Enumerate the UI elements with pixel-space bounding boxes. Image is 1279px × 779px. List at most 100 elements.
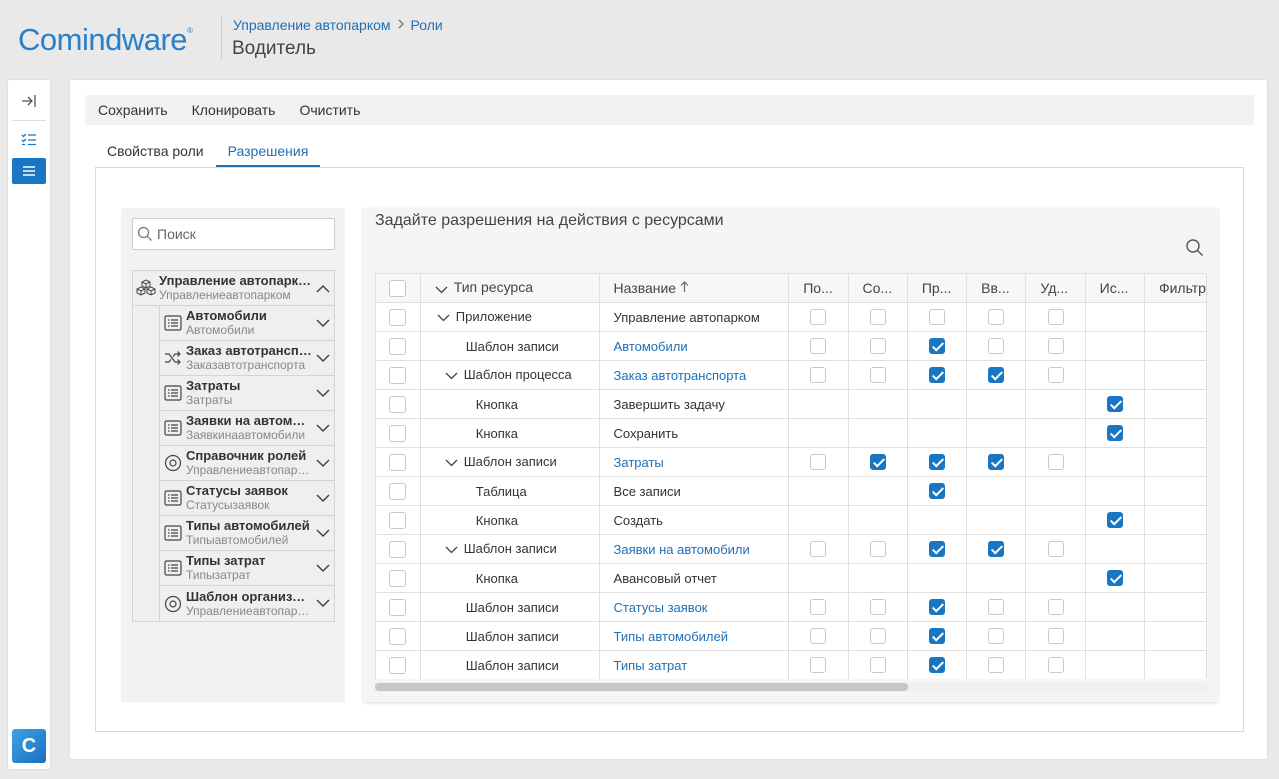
breadcrumb-item-roles[interactable]: Роли (411, 17, 443, 33)
permission-checkbox[interactable] (869, 657, 886, 674)
permission-checkbox[interactable] (1047, 338, 1064, 355)
permission-checkbox[interactable] (1106, 512, 1123, 529)
permission-checkbox[interactable] (1047, 541, 1064, 558)
permission-checkbox[interactable] (929, 541, 945, 558)
row-select-checkbox[interactable] (389, 627, 407, 645)
resource-name[interactable]: Автомобили (598, 331, 790, 361)
tree-root-item[interactable]: Управление автопарком Управлениеавтопарк… (133, 271, 334, 306)
tree-search-input[interactable] (157, 226, 327, 242)
permission-checkbox[interactable] (988, 599, 1005, 616)
permission-checkbox[interactable] (869, 454, 886, 471)
resource-name[interactable]: Типы затрат (598, 650, 790, 679)
permission-checkbox[interactable] (929, 483, 945, 500)
permission-checkbox[interactable] (1047, 454, 1064, 471)
permission-checkbox[interactable] (1047, 599, 1064, 616)
table-row[interactable]: Шаблон записи Заявки на автомобили (375, 534, 1207, 564)
expand-row-toggle[interactable] (445, 542, 458, 557)
permission-checkbox[interactable] (1106, 570, 1123, 587)
permission-checkbox[interactable] (810, 628, 827, 645)
resource-name[interactable]: Затраты (598, 447, 790, 477)
permission-checkbox[interactable] (869, 338, 886, 355)
permission-checkbox[interactable] (1047, 657, 1064, 674)
tab-role-properties[interactable]: Свойства роли (95, 138, 216, 167)
expand-sidebar-button[interactable] (12, 88, 46, 114)
row-select-checkbox[interactable] (389, 511, 407, 529)
clear-button[interactable]: Очистить (299, 102, 360, 118)
expand-row-toggle[interactable] (437, 310, 450, 325)
tree-item[interactable]: Типы затрат Типызатрат (159, 551, 334, 586)
tree-toggle[interactable] (312, 388, 334, 398)
resource-name[interactable]: Заявки на автомобили (598, 534, 790, 564)
table-row[interactable]: Кнопка Создать (375, 505, 1207, 535)
table-row[interactable]: Шаблон записи Типы автомобилей (375, 621, 1207, 651)
column-header-permission[interactable]: Уд... (1025, 273, 1086, 303)
permission-checkbox[interactable] (810, 599, 827, 616)
column-header-permission[interactable]: Со... (847, 273, 908, 303)
permission-checkbox[interactable] (988, 628, 1005, 645)
tree-toggle[interactable] (312, 493, 334, 503)
column-header-permission[interactable]: Пр... (906, 273, 968, 303)
logo[interactable]: Comindware® (18, 22, 193, 58)
table-row[interactable]: Кнопка Завершить задачу (375, 389, 1207, 419)
scrollbar-thumb[interactable] (375, 683, 908, 691)
permission-checkbox[interactable] (929, 657, 945, 674)
row-select-checkbox[interactable] (389, 569, 407, 587)
table-row[interactable]: Кнопка Авансовый отчет (375, 563, 1207, 593)
permission-checkbox[interactable] (810, 309, 827, 326)
permission-checkbox[interactable] (869, 599, 886, 616)
permission-checkbox[interactable] (988, 454, 1005, 471)
permission-checkbox[interactable] (1047, 309, 1064, 326)
clone-button[interactable]: Клонировать (192, 102, 276, 118)
resource-name[interactable]: Статусы заявок (598, 592, 790, 622)
table-row[interactable]: Приложение Управление автопарком (375, 302, 1207, 332)
permission-checkbox[interactable] (988, 367, 1005, 384)
permission-checkbox[interactable] (869, 541, 886, 558)
column-header-permission[interactable]: По... (788, 273, 849, 303)
column-header-name[interactable]: Название (598, 273, 790, 303)
tree-item[interactable]: Статусы заявок Статусызаявок (159, 481, 334, 516)
table-row[interactable]: Шаблон записи Автомобили (375, 331, 1207, 361)
permission-checkbox[interactable] (988, 657, 1005, 674)
expand-row-toggle[interactable] (445, 368, 458, 383)
permission-checkbox[interactable] (929, 599, 945, 616)
column-header-permission[interactable]: Ис... (1084, 273, 1145, 303)
column-header-type[interactable]: Тип ресурса (419, 273, 600, 303)
permission-checkbox[interactable] (869, 628, 886, 645)
tree-item[interactable]: Заявки на автомобили Заявкинаавтомобили (159, 411, 334, 446)
permission-checkbox[interactable] (1047, 367, 1064, 384)
row-select-checkbox[interactable] (389, 308, 407, 326)
app-launcher-icon[interactable]: C (12, 729, 46, 763)
tree-item[interactable]: Затраты Затраты (159, 376, 334, 411)
tree-toggle[interactable] (312, 423, 334, 433)
row-select-checkbox[interactable] (389, 482, 407, 500)
row-select-checkbox[interactable] (389, 540, 407, 558)
permission-checkbox[interactable] (1047, 628, 1064, 645)
permission-checkbox[interactable] (869, 367, 886, 384)
menu-button[interactable] (12, 158, 46, 184)
tree-item[interactable]: Справочник ролей Управлениеавтопарком (159, 446, 334, 481)
table-row[interactable]: Таблица Все записи (375, 476, 1207, 506)
permission-checkbox[interactable] (929, 338, 945, 355)
permission-checkbox[interactable] (810, 657, 827, 674)
table-row[interactable]: Шаблон записи Статусы заявок (375, 592, 1207, 622)
permission-checkbox[interactable] (929, 628, 945, 645)
tree-toggle[interactable] (312, 563, 334, 573)
permission-checkbox[interactable] (1106, 425, 1123, 442)
permission-checkbox[interactable] (869, 309, 886, 326)
row-select-checkbox[interactable] (389, 453, 407, 471)
permission-checkbox[interactable] (1106, 396, 1123, 413)
row-select-checkbox[interactable] (389, 656, 407, 674)
permission-checkbox[interactable] (810, 338, 827, 355)
tree-toggle[interactable] (312, 284, 334, 293)
table-row[interactable]: Шаблон процесса Заказ автотранспорта (375, 360, 1207, 390)
tree-toggle[interactable] (312, 458, 334, 468)
expand-row-toggle[interactable] (445, 455, 458, 470)
tree-item[interactable]: Типы автомобилей Типыавтомобилей (159, 516, 334, 551)
grid-search-button[interactable] (1185, 238, 1204, 262)
column-header-permission[interactable]: Вв... (966, 273, 1027, 303)
row-select-checkbox[interactable] (389, 366, 407, 384)
resource-name[interactable]: Типы автомобилей (598, 621, 790, 651)
permission-checkbox[interactable] (810, 541, 827, 558)
permission-checkbox[interactable] (929, 454, 945, 471)
row-select-checkbox[interactable] (389, 598, 407, 616)
